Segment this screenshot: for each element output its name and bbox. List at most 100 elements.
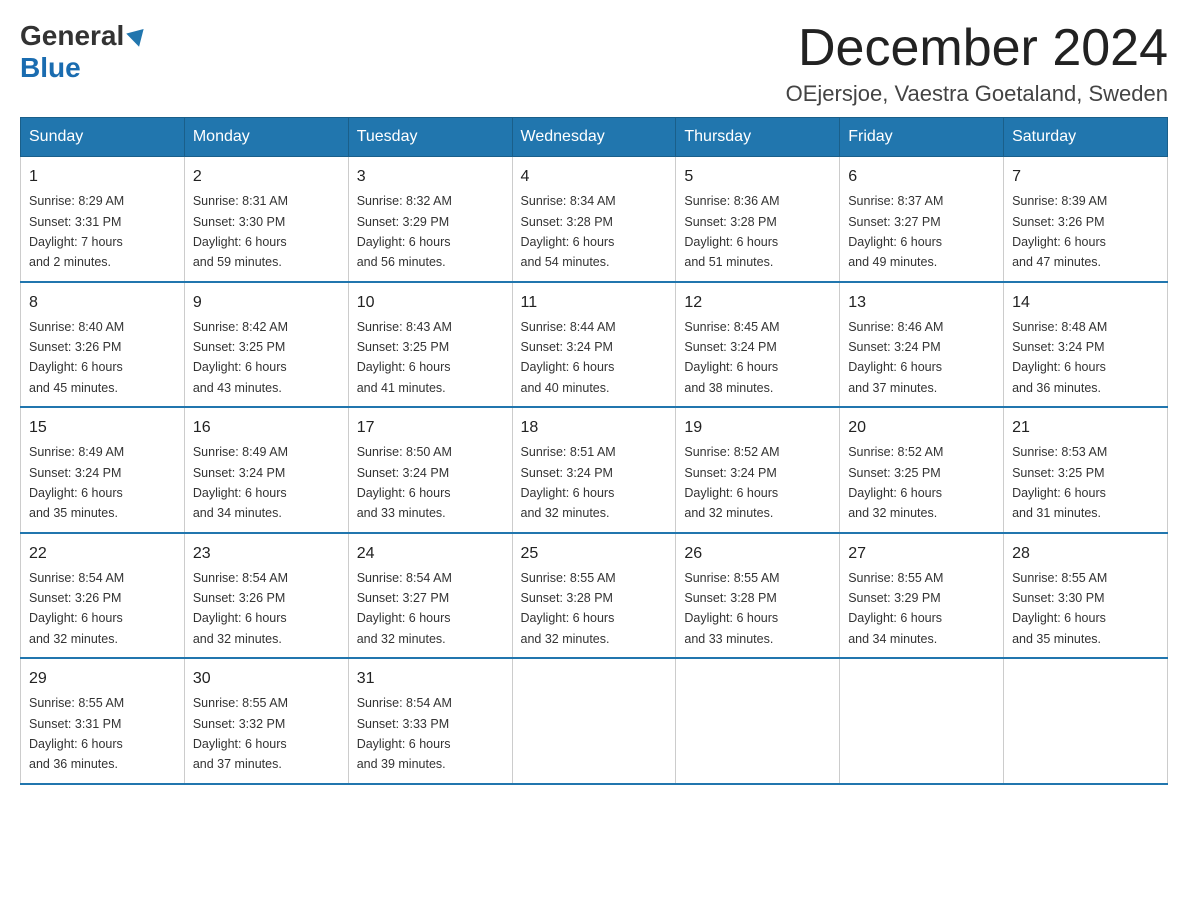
day-info: Sunrise: 8:44 AMSunset: 3:24 PMDaylight:… <box>521 320 616 395</box>
calendar-body: 1 Sunrise: 8:29 AMSunset: 3:31 PMDayligh… <box>21 157 1168 784</box>
day-info: Sunrise: 8:55 AMSunset: 3:28 PMDaylight:… <box>684 571 779 646</box>
calendar-week-row: 8 Sunrise: 8:40 AMSunset: 3:26 PMDayligh… <box>21 282 1168 408</box>
header-sunday: Sunday <box>21 118 185 157</box>
day-info: Sunrise: 8:31 AMSunset: 3:30 PMDaylight:… <box>193 194 288 269</box>
day-number: 20 <box>848 416 995 440</box>
calendar-cell: 12 Sunrise: 8:45 AMSunset: 3:24 PMDaylig… <box>676 282 840 408</box>
day-info: Sunrise: 8:53 AMSunset: 3:25 PMDaylight:… <box>1012 445 1107 520</box>
calendar-cell: 15 Sunrise: 8:49 AMSunset: 3:24 PMDaylig… <box>21 407 185 533</box>
calendar-cell: 2 Sunrise: 8:31 AMSunset: 3:30 PMDayligh… <box>184 157 348 282</box>
day-number: 5 <box>684 165 831 189</box>
day-number: 8 <box>29 291 176 315</box>
calendar-cell <box>512 658 676 784</box>
calendar-cell: 6 Sunrise: 8:37 AMSunset: 3:27 PMDayligh… <box>840 157 1004 282</box>
calendar-week-row: 29 Sunrise: 8:55 AMSunset: 3:31 PMDaylig… <box>21 658 1168 784</box>
day-number: 25 <box>521 542 668 566</box>
day-number: 7 <box>1012 165 1159 189</box>
day-info: Sunrise: 8:45 AMSunset: 3:24 PMDaylight:… <box>684 320 779 395</box>
month-title: December 2024 <box>786 20 1168 77</box>
day-number: 2 <box>193 165 340 189</box>
day-number: 22 <box>29 542 176 566</box>
calendar-table: Sunday Monday Tuesday Wednesday Thursday… <box>20 117 1168 785</box>
header-friday: Friday <box>840 118 1004 157</box>
calendar-week-row: 1 Sunrise: 8:29 AMSunset: 3:31 PMDayligh… <box>21 157 1168 282</box>
day-info: Sunrise: 8:55 AMSunset: 3:29 PMDaylight:… <box>848 571 943 646</box>
calendar-cell: 27 Sunrise: 8:55 AMSunset: 3:29 PMDaylig… <box>840 533 1004 659</box>
day-info: Sunrise: 8:42 AMSunset: 3:25 PMDaylight:… <box>193 320 288 395</box>
calendar-cell: 29 Sunrise: 8:55 AMSunset: 3:31 PMDaylig… <box>21 658 185 784</box>
day-number: 6 <box>848 165 995 189</box>
day-number: 12 <box>684 291 831 315</box>
day-info: Sunrise: 8:43 AMSunset: 3:25 PMDaylight:… <box>357 320 452 395</box>
day-info: Sunrise: 8:39 AMSunset: 3:26 PMDaylight:… <box>1012 194 1107 269</box>
day-info: Sunrise: 8:49 AMSunset: 3:24 PMDaylight:… <box>193 445 288 520</box>
day-info: Sunrise: 8:50 AMSunset: 3:24 PMDaylight:… <box>357 445 452 520</box>
calendar-cell: 17 Sunrise: 8:50 AMSunset: 3:24 PMDaylig… <box>348 407 512 533</box>
calendar-cell: 13 Sunrise: 8:46 AMSunset: 3:24 PMDaylig… <box>840 282 1004 408</box>
calendar-cell: 25 Sunrise: 8:55 AMSunset: 3:28 PMDaylig… <box>512 533 676 659</box>
calendar-cell: 23 Sunrise: 8:54 AMSunset: 3:26 PMDaylig… <box>184 533 348 659</box>
header-tuesday: Tuesday <box>348 118 512 157</box>
calendar-week-row: 22 Sunrise: 8:54 AMSunset: 3:26 PMDaylig… <box>21 533 1168 659</box>
day-number: 18 <box>521 416 668 440</box>
page-header: General Blue December 2024 OEjersjoe, Va… <box>20 20 1168 107</box>
calendar-cell: 16 Sunrise: 8:49 AMSunset: 3:24 PMDaylig… <box>184 407 348 533</box>
calendar-cell <box>1004 658 1168 784</box>
calendar-cell: 9 Sunrise: 8:42 AMSunset: 3:25 PMDayligh… <box>184 282 348 408</box>
calendar-cell: 1 Sunrise: 8:29 AMSunset: 3:31 PMDayligh… <box>21 157 185 282</box>
day-number: 27 <box>848 542 995 566</box>
day-info: Sunrise: 8:49 AMSunset: 3:24 PMDaylight:… <box>29 445 124 520</box>
day-number: 14 <box>1012 291 1159 315</box>
day-number: 1 <box>29 165 176 189</box>
header-wednesday: Wednesday <box>512 118 676 157</box>
day-info: Sunrise: 8:54 AMSunset: 3:26 PMDaylight:… <box>29 571 124 646</box>
calendar-cell: 7 Sunrise: 8:39 AMSunset: 3:26 PMDayligh… <box>1004 157 1168 282</box>
day-number: 29 <box>29 667 176 691</box>
day-info: Sunrise: 8:32 AMSunset: 3:29 PMDaylight:… <box>357 194 452 269</box>
day-info: Sunrise: 8:37 AMSunset: 3:27 PMDaylight:… <box>848 194 943 269</box>
day-number: 10 <box>357 291 504 315</box>
logo-general-text: General <box>20 20 124 52</box>
day-info: Sunrise: 8:34 AMSunset: 3:28 PMDaylight:… <box>521 194 616 269</box>
calendar-cell: 18 Sunrise: 8:51 AMSunset: 3:24 PMDaylig… <box>512 407 676 533</box>
calendar-cell: 3 Sunrise: 8:32 AMSunset: 3:29 PMDayligh… <box>348 157 512 282</box>
calendar-cell: 10 Sunrise: 8:43 AMSunset: 3:25 PMDaylig… <box>348 282 512 408</box>
header-monday: Monday <box>184 118 348 157</box>
day-number: 19 <box>684 416 831 440</box>
day-info: Sunrise: 8:52 AMSunset: 3:24 PMDaylight:… <box>684 445 779 520</box>
logo: General Blue <box>20 20 146 84</box>
day-info: Sunrise: 8:55 AMSunset: 3:32 PMDaylight:… <box>193 696 288 771</box>
logo-blue-text: Blue <box>20 52 81 84</box>
calendar-cell: 11 Sunrise: 8:44 AMSunset: 3:24 PMDaylig… <box>512 282 676 408</box>
calendar-cell: 19 Sunrise: 8:52 AMSunset: 3:24 PMDaylig… <box>676 407 840 533</box>
calendar-cell: 22 Sunrise: 8:54 AMSunset: 3:26 PMDaylig… <box>21 533 185 659</box>
calendar-header: Sunday Monday Tuesday Wednesday Thursday… <box>21 118 1168 157</box>
calendar-cell: 24 Sunrise: 8:54 AMSunset: 3:27 PMDaylig… <box>348 533 512 659</box>
day-number: 30 <box>193 667 340 691</box>
day-number: 16 <box>193 416 340 440</box>
weekday-header-row: Sunday Monday Tuesday Wednesday Thursday… <box>21 118 1168 157</box>
day-number: 15 <box>29 416 176 440</box>
day-info: Sunrise: 8:54 AMSunset: 3:33 PMDaylight:… <box>357 696 452 771</box>
day-info: Sunrise: 8:54 AMSunset: 3:27 PMDaylight:… <box>357 571 452 646</box>
day-info: Sunrise: 8:48 AMSunset: 3:24 PMDaylight:… <box>1012 320 1107 395</box>
day-info: Sunrise: 8:55 AMSunset: 3:28 PMDaylight:… <box>521 571 616 646</box>
header-thursday: Thursday <box>676 118 840 157</box>
calendar-cell: 21 Sunrise: 8:53 AMSunset: 3:25 PMDaylig… <box>1004 407 1168 533</box>
header-saturday: Saturday <box>1004 118 1168 157</box>
day-info: Sunrise: 8:36 AMSunset: 3:28 PMDaylight:… <box>684 194 779 269</box>
day-info: Sunrise: 8:55 AMSunset: 3:30 PMDaylight:… <box>1012 571 1107 646</box>
calendar-cell: 28 Sunrise: 8:55 AMSunset: 3:30 PMDaylig… <box>1004 533 1168 659</box>
day-number: 9 <box>193 291 340 315</box>
calendar-cell: 30 Sunrise: 8:55 AMSunset: 3:32 PMDaylig… <box>184 658 348 784</box>
calendar-cell <box>840 658 1004 784</box>
day-number: 31 <box>357 667 504 691</box>
title-block: December 2024 OEjersjoe, Vaestra Goetala… <box>786 20 1168 107</box>
day-number: 24 <box>357 542 504 566</box>
day-info: Sunrise: 8:55 AMSunset: 3:31 PMDaylight:… <box>29 696 124 771</box>
calendar-cell: 14 Sunrise: 8:48 AMSunset: 3:24 PMDaylig… <box>1004 282 1168 408</box>
calendar-cell: 26 Sunrise: 8:55 AMSunset: 3:28 PMDaylig… <box>676 533 840 659</box>
calendar-cell: 8 Sunrise: 8:40 AMSunset: 3:26 PMDayligh… <box>21 282 185 408</box>
calendar-week-row: 15 Sunrise: 8:49 AMSunset: 3:24 PMDaylig… <box>21 407 1168 533</box>
calendar-cell: 5 Sunrise: 8:36 AMSunset: 3:28 PMDayligh… <box>676 157 840 282</box>
